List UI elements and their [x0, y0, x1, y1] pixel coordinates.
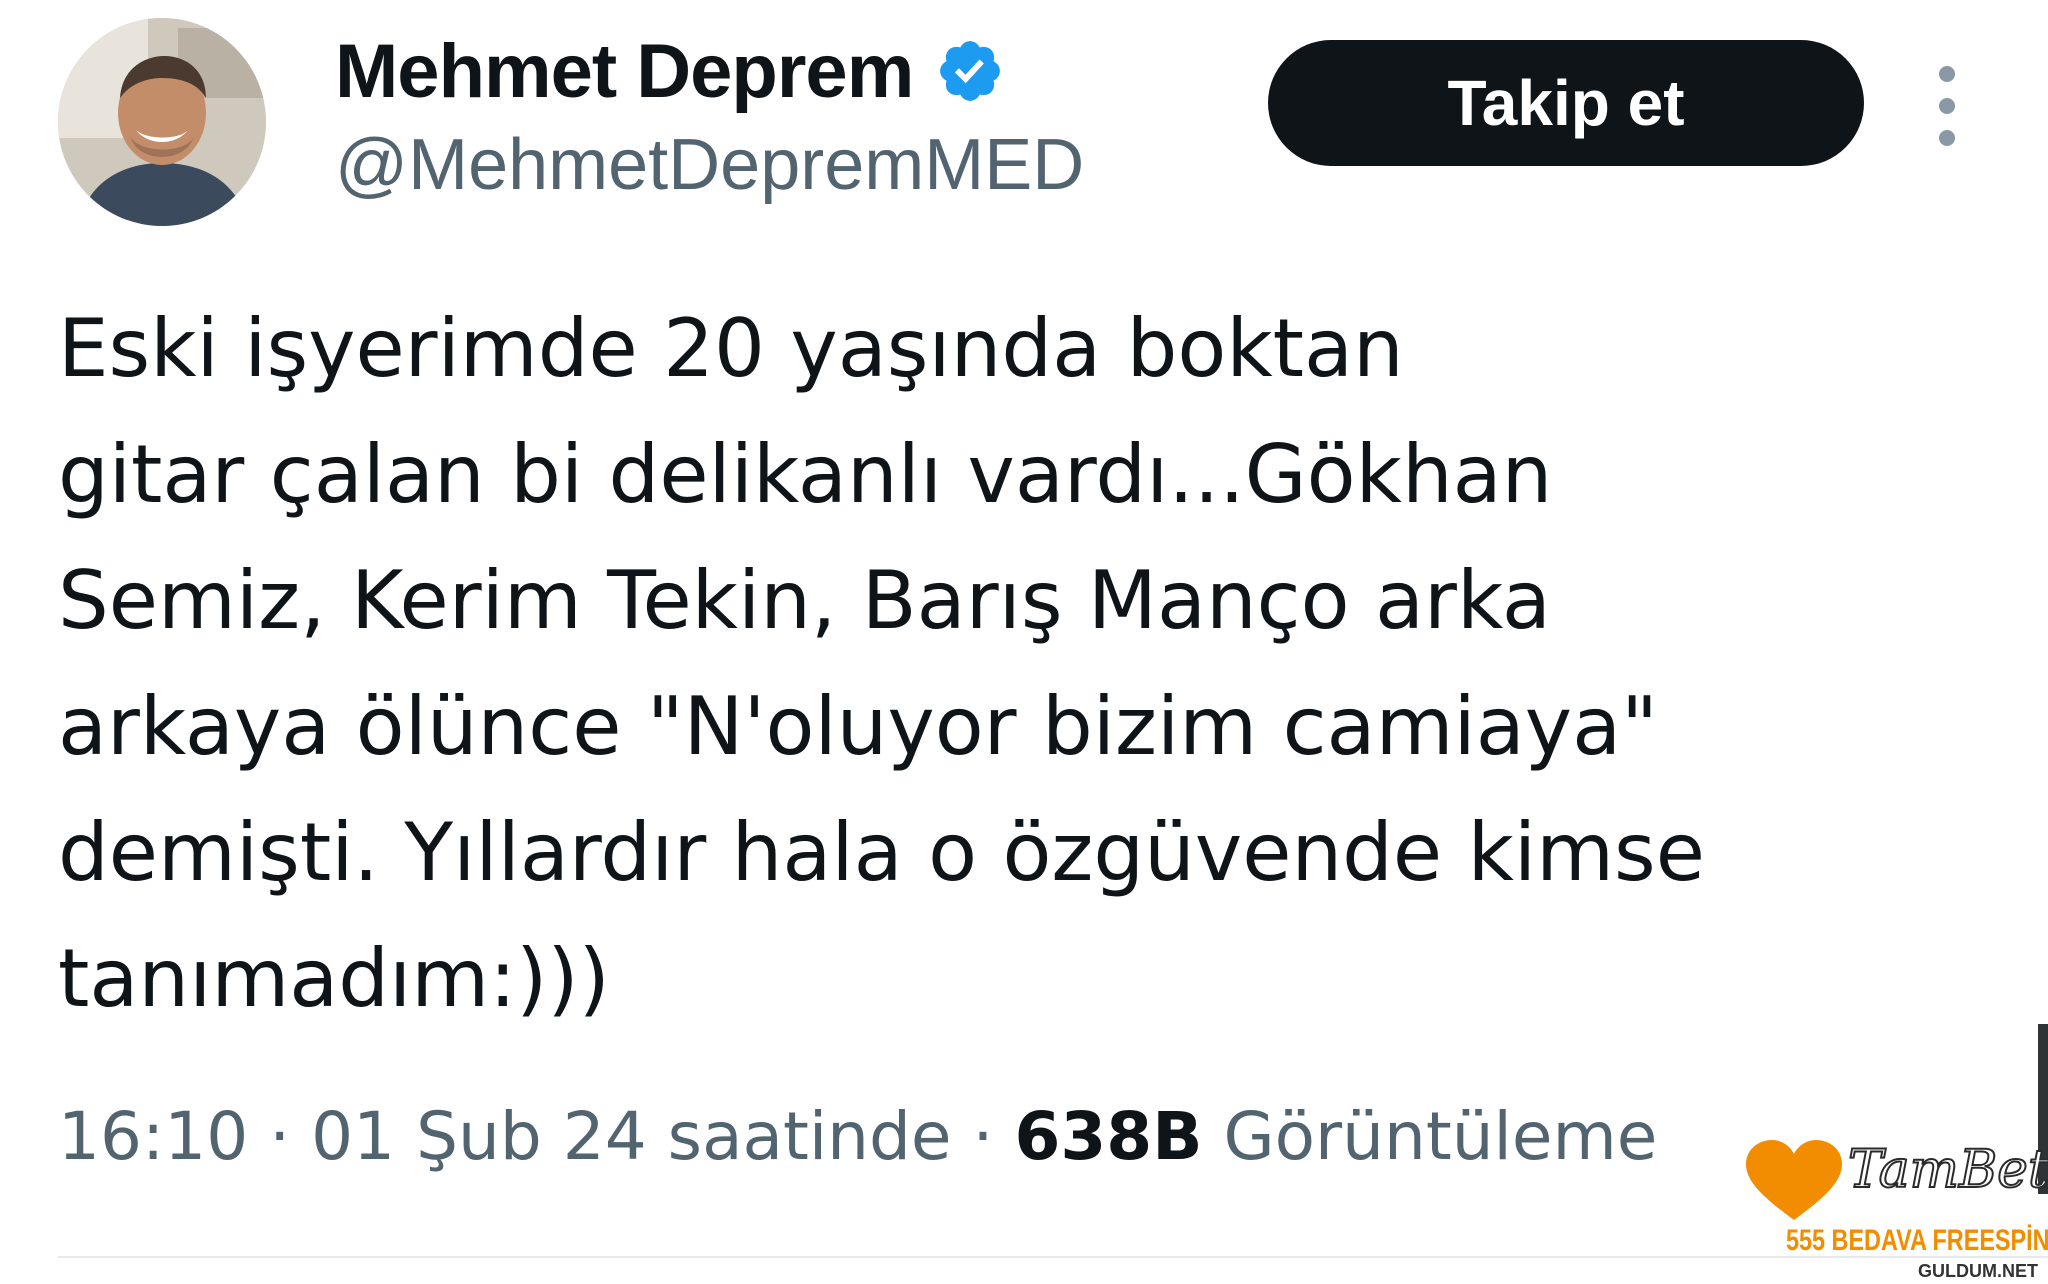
tweet-line: demişti. Yıllardır hala o özgüvende kims… — [58, 806, 1705, 899]
watermark: GULDUM.NET — [1914, 1261, 2042, 1282]
avatar-photo — [58, 18, 266, 226]
tweet-meta: 16:10 · 01 Şub 24 saatinde · 638B Görünt… — [58, 1098, 1657, 1175]
tweet-line: arkaya ölünce "N'oluyor bizim camiaya" — [58, 680, 1658, 773]
tweet-line: tanımadım:))) — [58, 932, 610, 1025]
follow-button[interactable]: Takip et — [1268, 40, 1864, 166]
ad-brand: TamBet — [1847, 1139, 2048, 1201]
meta-separator: · — [269, 1098, 291, 1175]
tweet-line: Semiz, Kerim Tekin, Barış Manço arka — [58, 554, 1551, 647]
views-count[interactable]: 638B — [1014, 1098, 1202, 1175]
more-dot — [1939, 98, 1955, 114]
tweet-time[interactable]: 16:10 — [58, 1098, 248, 1175]
author-handle[interactable]: @MehmetDepremMED — [335, 124, 1084, 206]
more-dot — [1939, 130, 1955, 146]
avatar[interactable] — [58, 18, 266, 226]
author-display-name[interactable]: Mehmet Deprem — [335, 28, 914, 115]
tweet-line: Eski işyerimde 20 yaşında boktan — [58, 302, 1404, 395]
meta-separator: · — [972, 1098, 994, 1175]
views-label[interactable]: Görüntüleme — [1224, 1098, 1658, 1175]
ad-overlay[interactable]: TamBet 555 BEDAVA FREESPİN — [1744, 1139, 2048, 1260]
author-name-row: Mehmet Deprem — [335, 26, 1005, 116]
more-dot — [1939, 66, 1955, 82]
verified-badge-icon — [940, 41, 1001, 101]
tweet-date[interactable]: 01 Şub 24 saatinde — [311, 1098, 951, 1175]
tweet-text: Eski işyerimde 20 yaşında boktan gitar ç… — [58, 286, 1958, 1042]
heart-icon — [1746, 1140, 1842, 1220]
more-vertical-icon[interactable] — [1930, 66, 1964, 146]
ad-promo: 555 BEDAVA FREESPİN — [1786, 1224, 2048, 1257]
tweet-line: gitar çalan bi delikanlı vardı...Gökhan — [58, 428, 1553, 521]
